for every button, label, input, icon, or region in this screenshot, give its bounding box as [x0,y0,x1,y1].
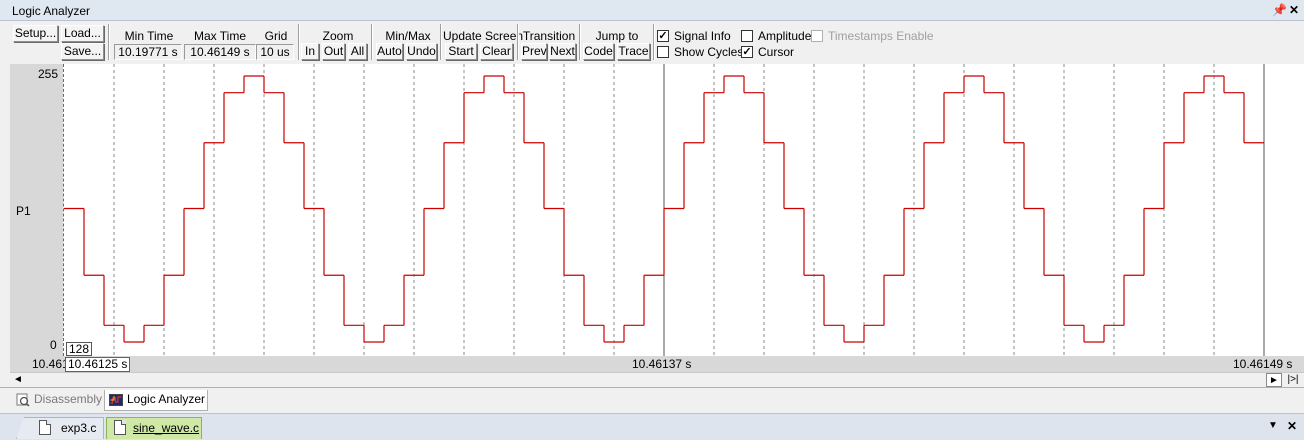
toolbar-separator [653,24,655,60]
timestamps-enable-label: Timestamps Enable [828,29,934,43]
cursor-value-box: 128 [66,342,93,356]
pin-icon[interactable]: 📌 [1272,3,1287,17]
tab-logic-analyzer-label: Logic Analyzer [127,392,206,406]
tab-list-dropdown-icon[interactable]: ▼ [1268,420,1278,431]
signal-name-p1[interactable]: P1 [16,204,31,218]
zoom-all-button[interactable]: All [348,43,367,60]
minmax-undo-button[interactable]: Undo [406,43,437,60]
panel-tab-bar: Disassembly Logic Analyzer [0,387,1304,412]
disassembly-icon [16,393,30,407]
window-titlebar: Logic Analyzer 📌 ✕ [0,0,1304,21]
signal-info-label: Signal Info [674,29,731,43]
toolbar-separator [440,24,442,60]
jump-trace-button[interactable]: Trace [617,43,650,60]
signal-info-checkbox[interactable]: ✓ [657,30,669,42]
file-tab-bar: exp3.c sine_wave.c ▼ ✕ [0,413,1304,440]
toolbar-separator [371,24,373,60]
logic-analyzer-icon [109,394,123,406]
min-time-title: Min Time [124,29,174,43]
zoom-out-button[interactable]: Out [322,43,345,60]
max-time-title: Max Time [193,29,246,43]
grid-value: 10 us [256,44,294,60]
toolbar-separator [579,24,581,60]
jump-code-button[interactable]: Code [583,43,614,60]
cursor-time-box: 10.46125 s [65,357,131,372]
zoom-in-button[interactable]: In [301,43,319,60]
amplitude-label: Amplitude [758,29,812,43]
tab-disassembly[interactable]: Disassembly [12,390,102,411]
update-screen-title: Update Screen [443,29,524,43]
max-time-value: 10.46149 s [184,44,256,60]
minmax-auto-button[interactable]: Auto [376,43,403,60]
waveform-plot[interactable]: 128 [63,64,1304,356]
tab-logic-analyzer[interactable]: Logic Analyzer [104,390,208,411]
time-axis-left-label: 10.461 [32,357,69,371]
toolbar-separator [108,24,110,60]
jump-to-title: Jump to [595,29,639,43]
signal-names-panel: 255 P1 0 [10,64,63,356]
tab-disassembly-label: Disassembly [34,392,103,406]
toolbar-separator [298,24,300,60]
scroll-left-arrow-icon[interactable]: ◄ [10,373,26,387]
file-tab-sine-wave-label: sine_wave.c [133,421,200,435]
file-tab-exp3-label: exp3.c [61,421,97,435]
transition-next-button[interactable]: Next [549,43,576,60]
amplitude-checkbox[interactable] [741,30,753,42]
min-time-value: 10.19771 s [114,44,182,60]
y-min-label: 0 [50,338,57,352]
transition-prev-button[interactable]: Prev [521,43,547,60]
save-button[interactable]: Save... [61,43,104,60]
close-file-icon[interactable]: ✕ [1287,419,1297,433]
show-cycles-label: Show Cycles [674,45,744,59]
horizontal-scrollbar[interactable]: ◄ ► |>| [10,372,1304,387]
minmax-title: Min/Max [385,29,431,43]
show-cycles-checkbox[interactable] [657,46,669,58]
grid-title: Grid [264,29,288,43]
close-icon[interactable]: ✕ [1289,3,1299,17]
load-button[interactable]: Load... [61,25,104,42]
toolbar-separator [517,24,519,60]
file-icon [39,420,51,435]
file-icon [114,420,126,435]
scroll-end-button[interactable]: |>| [1284,373,1302,387]
update-clear-button[interactable]: Clear [480,43,513,60]
logic-analyzer-toolbar: Setup... Load... Save... Min Time 10.197… [10,22,1304,62]
time-axis-mid-label: 10.46137 s [632,357,692,371]
y-max-label: 255 [38,67,59,81]
cursor-checkbox[interactable]: ✓ [741,46,753,58]
zoom-title: Zoom [322,29,354,43]
window-title: Logic Analyzer [12,4,91,18]
setup-button[interactable]: Setup... [13,25,58,42]
file-tab-exp3[interactable]: exp3.c [16,417,104,439]
cursor-label: Cursor [758,45,795,59]
time-axis-right-label: 10.46149 s [1233,357,1293,371]
timestamps-enable-checkbox[interactable] [811,30,823,42]
waveform-chart [64,64,1265,356]
time-axis: 10.461 10.46125 s 10.46137 s 10.46149 s [10,356,1304,372]
scroll-right-arrow-icon[interactable]: ► [1266,373,1282,387]
transition-title: Transition [522,29,576,43]
update-start-button[interactable]: Start [445,43,477,60]
file-tab-sine-wave[interactable]: sine_wave.c [106,417,202,439]
